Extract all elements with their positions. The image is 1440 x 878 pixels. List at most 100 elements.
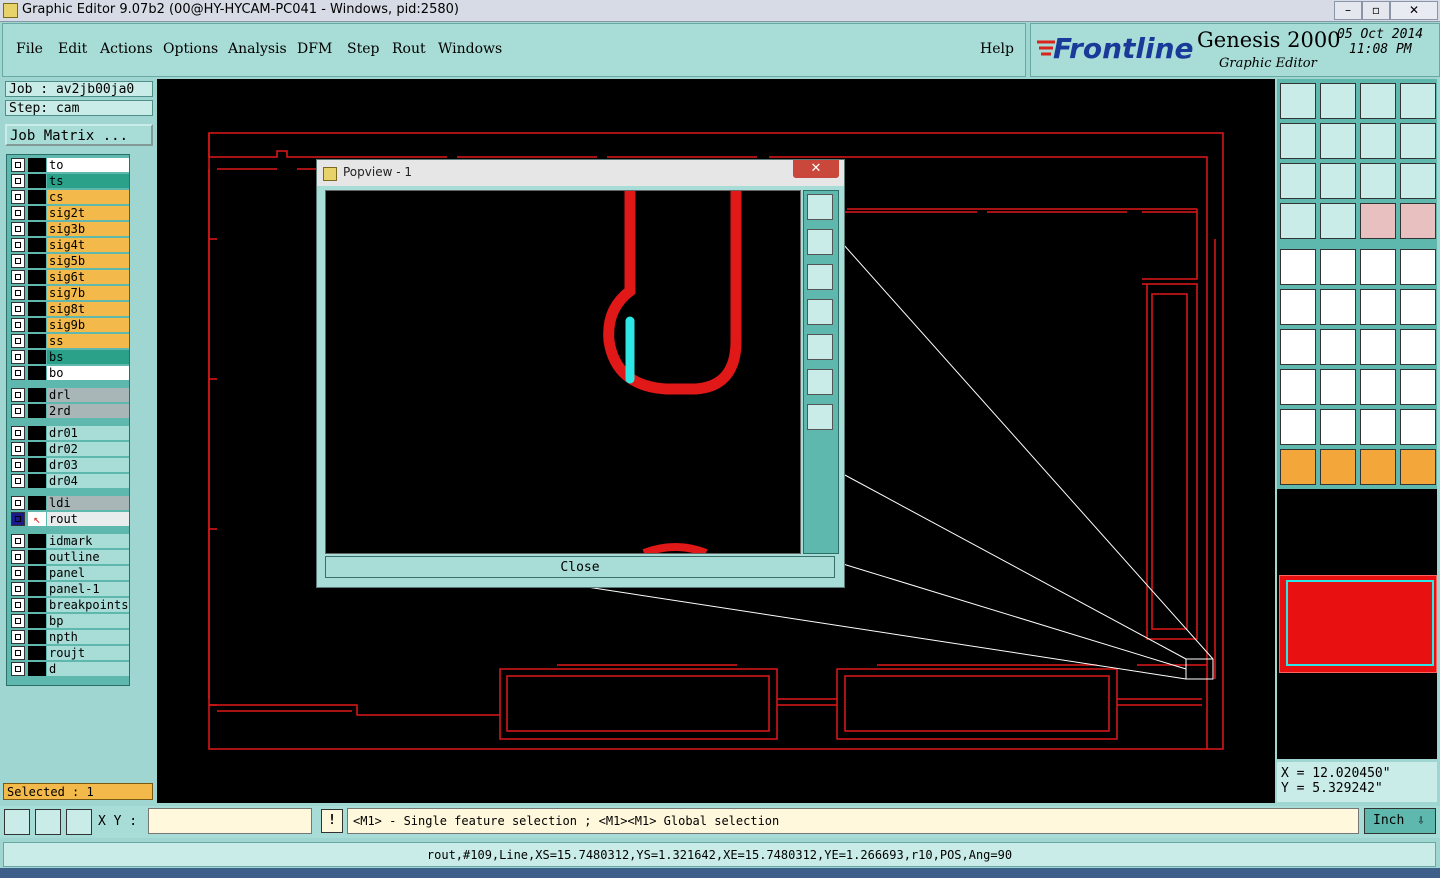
layer-swatch[interactable] — [28, 350, 46, 364]
layer-checkbox[interactable] — [11, 334, 25, 348]
layer-name[interactable]: drl — [47, 388, 129, 402]
layer-swatch[interactable] — [28, 474, 46, 488]
layer-swatch[interactable] — [28, 206, 46, 220]
layer-row-bs[interactable]: bs — [11, 350, 129, 365]
layer-swatch[interactable] — [28, 238, 46, 252]
close-window-button[interactable]: ✕ — [1390, 1, 1438, 20]
mirror-icon[interactable] — [1360, 123, 1396, 159]
layer-name[interactable]: sig9b — [47, 318, 129, 332]
zoom-center-icon[interactable] — [1320, 163, 1356, 199]
layer-checkbox[interactable] — [11, 366, 25, 380]
layer-name[interactable]: sig3b — [47, 222, 129, 236]
layer-swatch[interactable] — [28, 646, 46, 660]
job-matrix-button[interactable]: Job Matrix ... — [5, 124, 153, 146]
layer-name[interactable]: 2rd — [47, 404, 129, 418]
layer-swatch[interactable] — [28, 190, 46, 204]
layer-name[interactable]: panel-1 — [47, 582, 129, 596]
layer-swatch[interactable] — [28, 614, 46, 628]
popview-close-x-button[interactable]: ✕ — [793, 160, 839, 178]
layer-swatch[interactable] — [28, 174, 46, 188]
layer-name[interactable]: idmark — [47, 534, 129, 548]
pan-up-icon[interactable] — [1280, 83, 1316, 119]
layer-swatch[interactable] — [28, 442, 46, 456]
layer-checkbox[interactable] — [11, 598, 25, 612]
layer-row-sig7b[interactable]: sig7b — [11, 286, 129, 301]
layer-checkbox[interactable] — [11, 318, 25, 332]
shape-add-icon[interactable] — [1320, 249, 1356, 285]
menu-dfm[interactable]: DFM — [297, 41, 332, 57]
layer-swatch[interactable] — [28, 550, 46, 564]
layer-row-d[interactable]: d — [11, 662, 129, 677]
layer-checkbox[interactable] — [11, 254, 25, 268]
copy-icon[interactable] — [1400, 369, 1436, 405]
layer-row-npth[interactable]: npth — [11, 630, 129, 645]
layer-checkbox[interactable] — [11, 566, 25, 580]
cross-icon[interactable] — [1320, 289, 1356, 325]
measure-mode-icon[interactable] — [35, 809, 61, 835]
arc-icon[interactable] — [1360, 329, 1396, 365]
xy-input[interactable] — [148, 808, 312, 834]
layer-row-dr01[interactable]: dr01 — [11, 426, 129, 441]
layer-swatch[interactable] — [28, 158, 46, 172]
layer-checkbox[interactable] — [11, 238, 25, 252]
menu-analysis[interactable]: Analysis — [228, 41, 287, 57]
arch-icon[interactable] — [1360, 409, 1396, 445]
pan-left-icon[interactable] — [1280, 123, 1316, 159]
layer-checkbox[interactable] — [11, 614, 25, 628]
layer-row-bo[interactable]: bo — [11, 366, 129, 381]
scale-1-2-icon[interactable] — [1360, 163, 1396, 199]
layer-checkbox[interactable] — [11, 388, 25, 402]
layer-row-bp[interactable]: bp — [11, 614, 129, 629]
layer-name[interactable]: dr01 — [47, 426, 129, 440]
pan-right-icon[interactable] — [1320, 123, 1356, 159]
maximize-button[interactable]: ▫ — [1362, 1, 1390, 20]
arch-alt-icon[interactable] — [1400, 409, 1436, 445]
zoom-fit-icon[interactable] — [1280, 163, 1316, 199]
layer-checkbox[interactable] — [11, 286, 25, 300]
layer-swatch[interactable] — [28, 404, 46, 418]
layer-checkbox[interactable] — [11, 582, 25, 596]
home-view-icon[interactable] — [1360, 83, 1396, 119]
layer-row-rout[interactable]: ↖ rout — [11, 512, 129, 527]
layer-swatch[interactable] — [28, 270, 46, 284]
layer-name[interactable]: bs — [47, 350, 129, 364]
layer-name[interactable]: sig6t — [47, 270, 129, 284]
grid-mode-icon[interactable] — [66, 809, 92, 835]
layer-name[interactable]: bp — [47, 614, 129, 628]
layer-row-sig2t[interactable]: sig2t — [11, 206, 129, 221]
frame-icon[interactable] — [1360, 369, 1396, 405]
layer-name[interactable]: cs — [47, 190, 129, 204]
layer-swatch[interactable] — [28, 366, 46, 380]
layer-row-outline[interactable]: outline — [11, 550, 129, 565]
layer-checkbox[interactable] — [11, 646, 25, 660]
layer-checkbox[interactable] — [11, 474, 25, 488]
layer-checkbox[interactable] — [11, 534, 25, 548]
menu-rout[interactable]: Rout — [392, 41, 426, 57]
popview-zoom-view[interactable] — [325, 190, 801, 554]
triangle-icon[interactable] — [1280, 409, 1316, 445]
layer-row-sig4t[interactable]: sig4t — [11, 238, 129, 253]
layer-swatch[interactable] — [28, 254, 46, 268]
ruler-icon[interactable] — [1360, 249, 1396, 285]
popview-pan-right-icon[interactable] — [807, 334, 833, 360]
layer-row-cs[interactable]: cs — [11, 190, 129, 205]
layer-swatch[interactable] — [28, 302, 46, 316]
popview-pan-left-icon[interactable] — [807, 299, 833, 325]
layer-checkbox[interactable] — [11, 442, 25, 456]
overview-preview[interactable] — [1277, 489, 1437, 759]
popview-close-button[interactable]: Close — [325, 556, 835, 578]
split-view-icon[interactable] — [1400, 83, 1436, 119]
layer-name[interactable]: panel — [47, 566, 129, 580]
dot-icon[interactable] — [1400, 249, 1436, 285]
layer-swatch[interactable] — [28, 334, 46, 348]
layer-row-dr02[interactable]: dr02 — [11, 442, 129, 457]
menu-edit[interactable]: Edit — [58, 41, 87, 57]
layer-checkbox[interactable] — [11, 206, 25, 220]
layer-checkbox[interactable] — [11, 458, 25, 472]
layer-name[interactable]: sig7b — [47, 286, 129, 300]
menu-actions[interactable]: Actions — [100, 41, 153, 57]
layer-swatch[interactable] — [28, 318, 46, 332]
work-layer-icon[interactable]: ↖ — [28, 512, 46, 526]
snap-alt-icon[interactable] — [1400, 203, 1436, 239]
snap-red-icon[interactable] — [1360, 203, 1396, 239]
